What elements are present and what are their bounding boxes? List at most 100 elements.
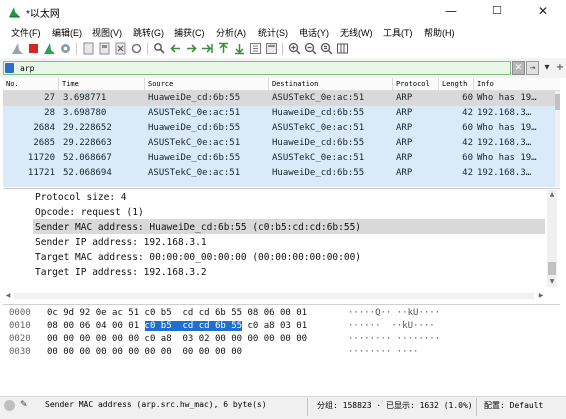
hex-bytes[interactable]: 00 00 00 00 00 00 00 00 00 00 00 00 (47, 346, 242, 359)
scroll-down-icon[interactable]: ▼ (547, 277, 557, 287)
cell-source: ASUSTekC_0e:ac:51 (148, 108, 241, 118)
cell-time: 29.228652 (63, 123, 112, 133)
close-button[interactable]: ✕ (520, 0, 566, 24)
packet-row[interactable]: 11721 52.068694 ASUSTekC_0e:ac:51 HuaweiDe_… (3, 166, 560, 181)
cell-destination: ASUSTekC_0e:ac:51 (272, 123, 365, 133)
scroll-right-icon[interactable]: ▶ (536, 291, 546, 301)
cell-protocol: ARP (396, 168, 413, 178)
packet-list: No. Time Source Destination Protocol Len… (3, 78, 560, 187)
column-header-no[interactable]: No. (3, 78, 59, 91)
restart-icon[interactable] (43, 42, 56, 55)
display-filter-input[interactable] (20, 62, 500, 74)
packet-row[interactable]: 11720 52.068667 HuaweiDe_cd:6b:55 ASUSTekC_… (3, 151, 560, 166)
packet-row[interactable]: 2685 29.228663 ASUSTekC_0e:ac:51 HuaweiDe_c… (3, 136, 560, 151)
auto-scroll-icon[interactable] (249, 42, 262, 55)
detail-opcode[interactable]: Opcode: request (1) (35, 205, 144, 220)
scroll-left-icon[interactable]: ◀ (3, 291, 13, 301)
shark-fin-start-icon[interactable] (11, 42, 24, 55)
hex-ascii[interactable]: ········ ···· (348, 346, 418, 359)
detail-protocol-size[interactable]: Protocol size: 4 (35, 190, 127, 205)
apply-filter-button[interactable]: → (526, 61, 539, 75)
cell-no: 2685 (33, 138, 55, 148)
packet-row[interactable]: 2684 29.228652 HuaweiDe_cd:6b:55 ASUSTekC_0… (3, 121, 560, 136)
cell-info: Who has 19… (477, 123, 537, 133)
hex-ascii[interactable]: ·····Q·· ··kU···· (348, 307, 440, 320)
resize-columns-icon[interactable] (336, 42, 349, 55)
column-header-source[interactable]: Source (145, 78, 269, 91)
packet-list-scrollbar-thumb[interactable] (555, 94, 560, 110)
detail-target-ip[interactable]: Target IP address: 192.168.3.2 (35, 265, 207, 280)
column-header-length[interactable]: Length (439, 78, 474, 91)
find-packet-icon[interactable] (153, 42, 166, 55)
detail-sender-ip[interactable]: Sender IP address: 192.168.3.1 (35, 235, 207, 250)
open-file-icon[interactable] (82, 42, 95, 55)
menu-wireless[interactable]: 无线(W) (340, 26, 373, 39)
profile-status[interactable]: 配置: Default (484, 400, 543, 411)
save-file-icon[interactable] (98, 42, 111, 55)
packet-row[interactable]: 28 3.698780 ASUSTekC_0e:ac:51 HuaweiDe_cd:6… (3, 106, 560, 121)
menu-capture[interactable]: 捕获(C) (174, 26, 205, 39)
packet-list-header: No. Time Source Destination Protocol Len… (3, 78, 560, 91)
go-first-icon[interactable] (217, 42, 230, 55)
column-header-destination[interactable]: Destination (269, 78, 393, 91)
cell-source: ASUSTekC_0e:ac:51 (148, 138, 241, 148)
packet-row[interactable]: 27 3.698771 HuaweiDe_cd:6b:55 ASUSTekC_0e:a… (3, 91, 560, 106)
add-filter-button[interactable]: + (555, 61, 565, 75)
hex-byte-group: 00 00 00 00 00 00 00 00 00 00 00 00 (47, 347, 243, 357)
cell-protocol: ARP (396, 123, 413, 133)
hex-bytes[interactable]: 00 00 00 00 00 00 c0 a8 03 02 00 00 00 0… (47, 333, 307, 346)
details-horizontal-scrollbar[interactable] (14, 293, 534, 299)
maximize-button[interactable]: ☐ (474, 0, 520, 24)
close-file-icon[interactable] (114, 42, 127, 55)
detail-target-mac[interactable]: Target MAC address: 00:00:00_00:00:00 (0… (35, 250, 361, 265)
go-back-icon[interactable] (169, 42, 182, 55)
details-scrollbar-thumb[interactable] (548, 262, 556, 275)
cell-destination: ASUSTekC_0e:ac:51 (272, 93, 365, 103)
column-header-time[interactable]: Time (59, 78, 145, 91)
minimize-button[interactable]: — (428, 0, 474, 24)
scroll-up-icon[interactable]: ▲ (547, 190, 557, 200)
menu-help[interactable]: 帮助(H) (424, 26, 455, 39)
menu-analyze[interactable]: 分析(A) (216, 26, 246, 39)
menu-file[interactable]: 文件(F) (11, 26, 41, 39)
hex-byte-group: 0c 9d 92 0e ac 51 c0 b5 cd cd 6b 55 08 0… (47, 308, 308, 318)
colorize-icon[interactable] (265, 42, 278, 55)
cell-info: Who has 19… (477, 153, 537, 163)
hex-bytes[interactable]: 08 00 06 04 00 01 c0 b5 cd cd 6b 55 c0 a… (47, 320, 307, 333)
zoom-normal-icon[interactable] (320, 42, 333, 55)
menu-edit[interactable]: 编辑(E) (52, 26, 82, 39)
menu-go[interactable]: 跳转(G) (133, 26, 164, 39)
expert-info-indicator-icon[interactable] (4, 400, 15, 411)
packet-row[interactable] (3, 181, 560, 187)
filter-bookmark-icon[interactable] (5, 63, 14, 73)
clear-filter-button[interactable]: ✕ (512, 61, 525, 75)
column-header-protocol[interactable]: Protocol (393, 78, 439, 91)
status-divider (476, 398, 477, 416)
go-to-packet-icon[interactable] (201, 42, 214, 55)
wireshark-app-icon (8, 5, 21, 18)
detail-sender-mac[interactable]: Sender MAC address: HuaweiDe_cd:6b:55 (c… (35, 220, 361, 235)
go-last-icon[interactable] (233, 42, 246, 55)
toolbar-separator (282, 43, 283, 55)
menu-telephony[interactable]: 电话(Y) (299, 26, 329, 39)
cell-no: 28 (44, 108, 55, 118)
menu-tools[interactable]: 工具(T) (383, 26, 413, 39)
hex-bytes[interactable]: 0c 9d 92 0e ac 51 c0 b5 cd cd 6b 55 08 0… (47, 307, 307, 320)
menu-bar: 文件(F) 编辑(E) 视图(V) 跳转(G) 捕获(C) 分析(A) 统计(S… (0, 24, 566, 40)
reload-icon[interactable] (130, 42, 143, 55)
stop-square-icon[interactable] (27, 42, 40, 55)
zoom-out-icon[interactable] (304, 42, 317, 55)
menu-statistics[interactable]: 统计(S) (258, 26, 288, 39)
column-header-info[interactable]: Info (474, 78, 558, 91)
capture-comment-icon[interactable]: ✎ (20, 399, 31, 411)
hex-byte-group: c0 a8 03 01 (242, 321, 308, 331)
menu-view[interactable]: 视图(V) (92, 26, 122, 39)
filter-history-dropdown[interactable]: ▾ (542, 61, 552, 75)
zoom-in-icon[interactable] (288, 42, 301, 55)
hex-ascii[interactable]: ········ ········ (348, 333, 440, 346)
hex-byte-group: 00 00 00 00 00 00 c0 a8 03 02 00 00 00 0… (47, 334, 308, 344)
hex-ascii[interactable]: ······ ··kU···· (348, 320, 435, 333)
options-gear-icon[interactable] (59, 42, 72, 55)
go-forward-icon[interactable] (185, 42, 198, 55)
cell-source: HuaweiDe_cd:6b:55 (148, 123, 241, 133)
